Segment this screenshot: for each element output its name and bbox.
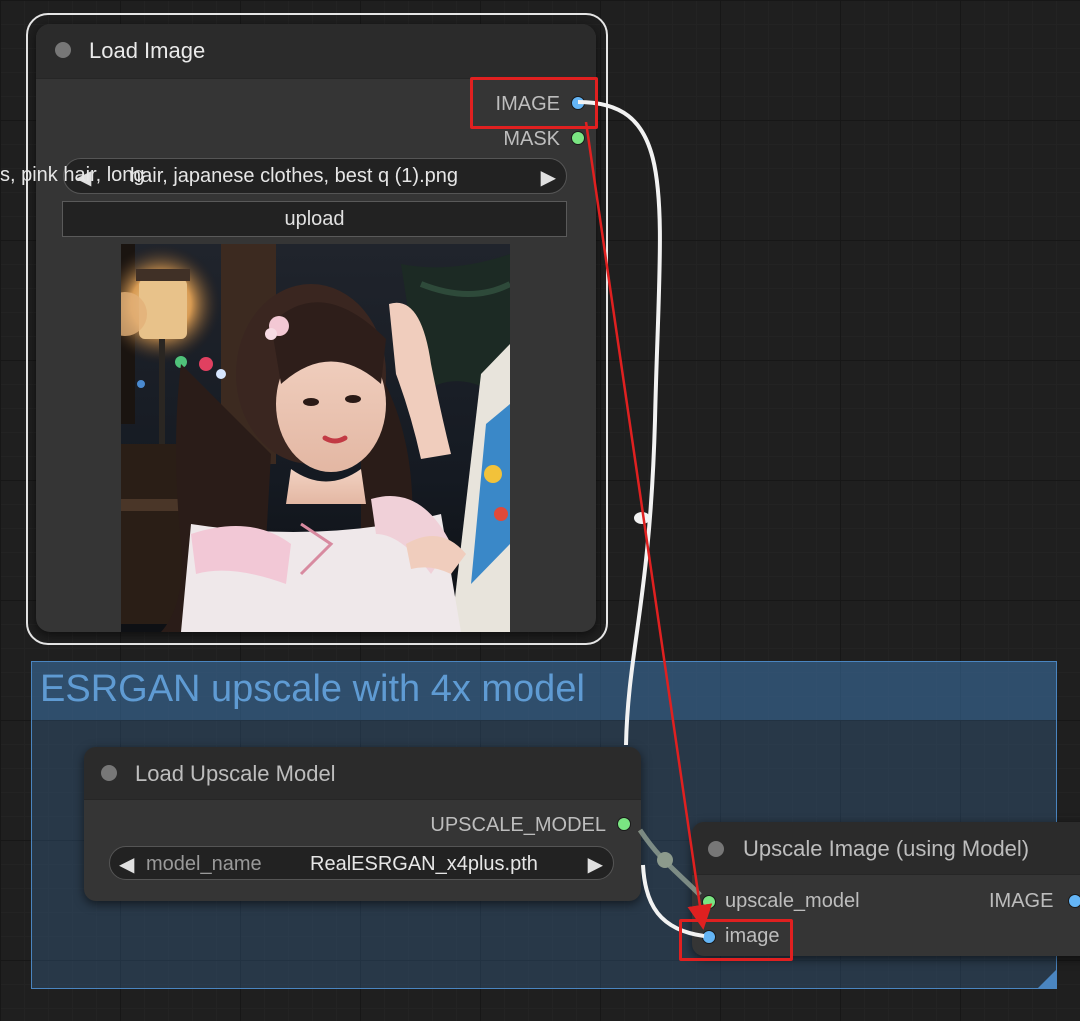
connections-layer (577, 100, 713, 938)
wire-image-link (577, 100, 662, 746)
wire-model-handle (657, 852, 673, 868)
highlight-image-output (470, 77, 598, 129)
highlight-image-input (679, 919, 793, 961)
annotation-arrow (584, 121, 713, 930)
